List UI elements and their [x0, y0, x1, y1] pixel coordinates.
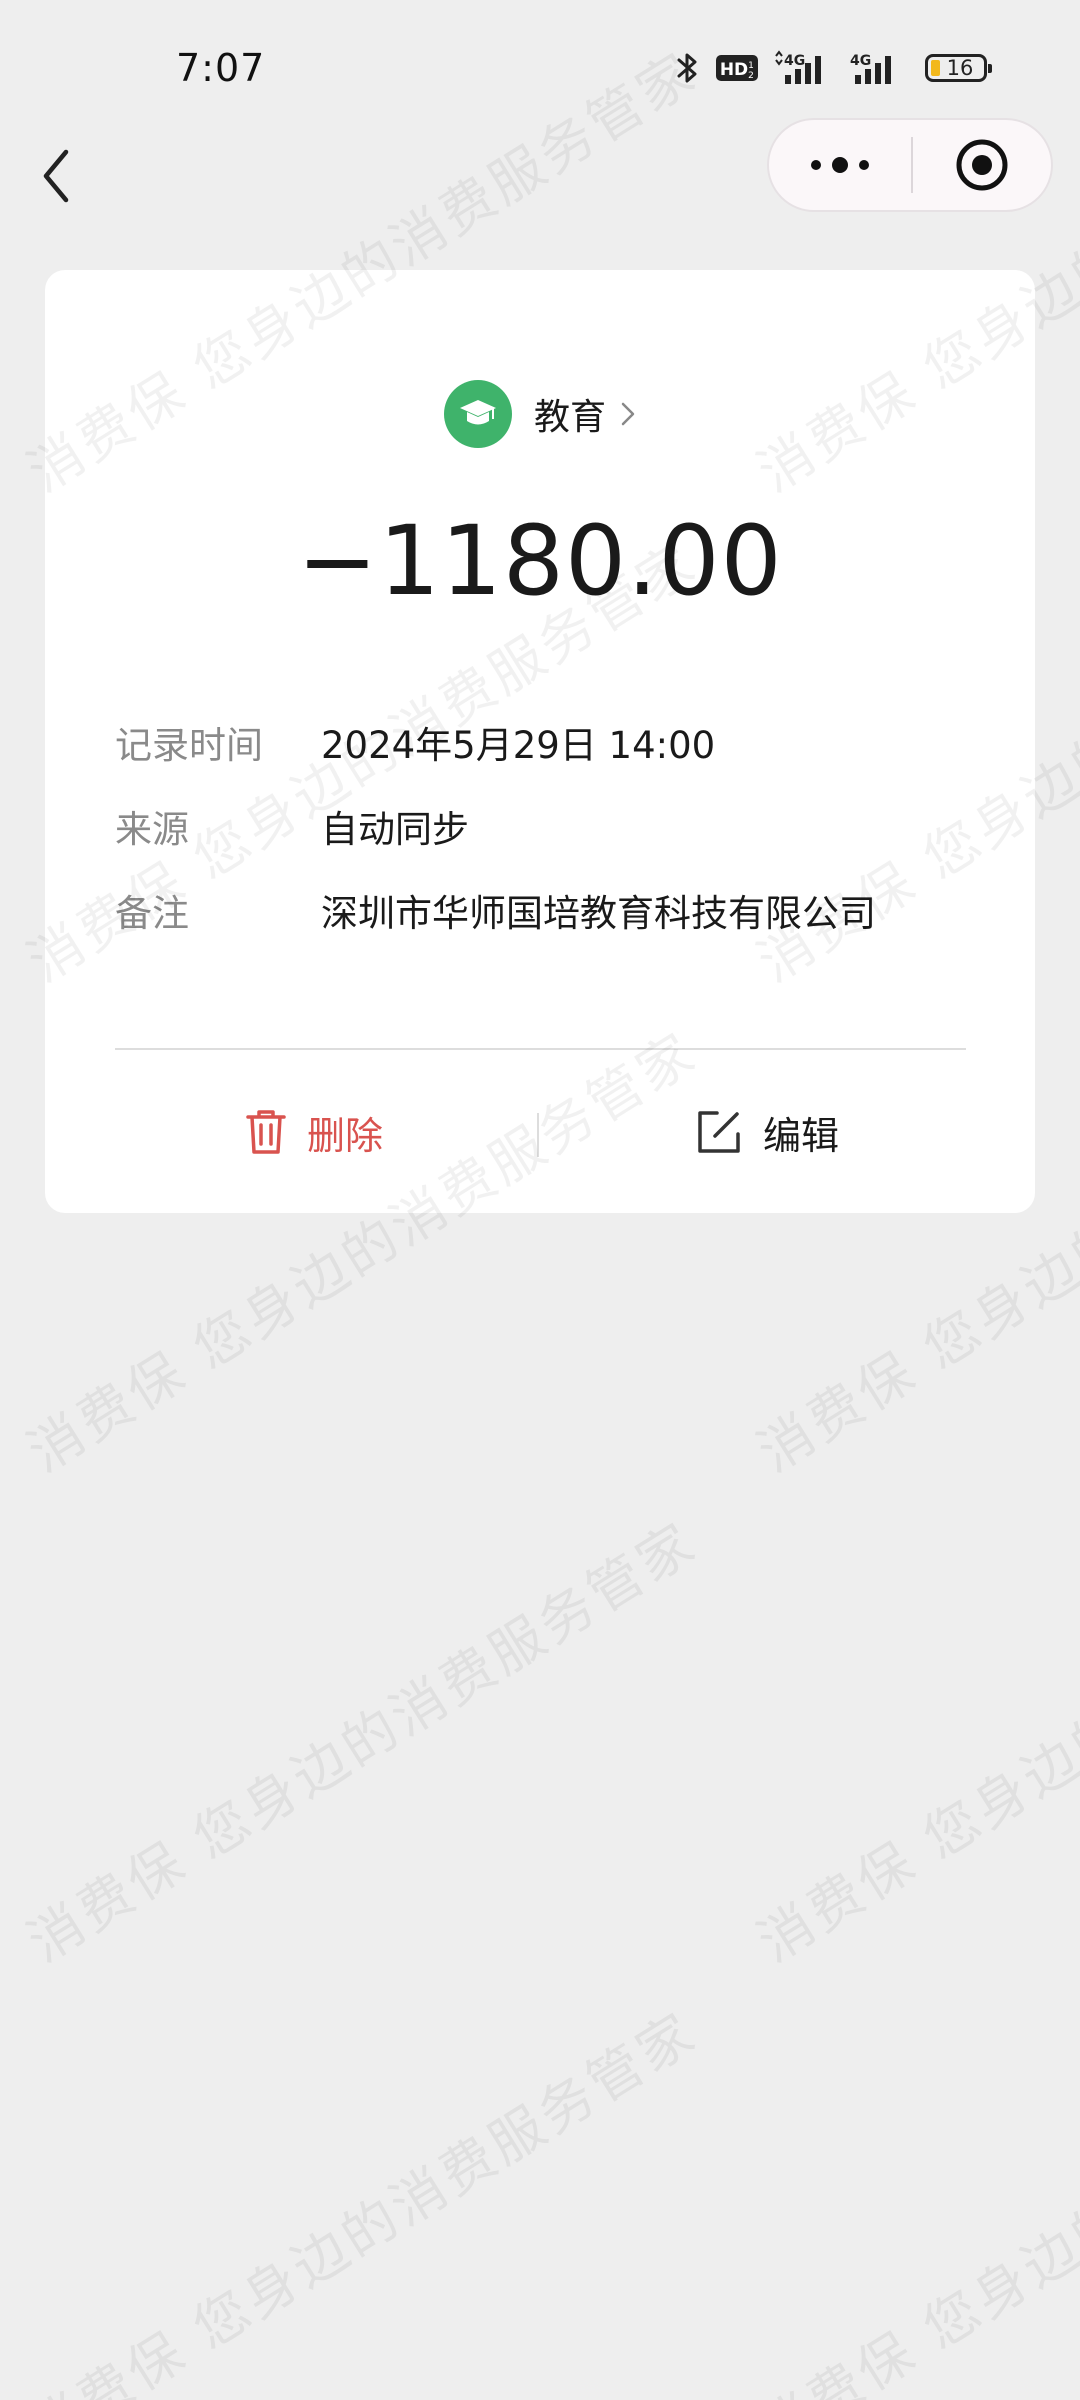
amount: −1180.00	[297, 505, 783, 617]
status-time: 7:07	[176, 46, 266, 90]
card-divider	[115, 1048, 966, 1050]
chevron-left-icon	[43, 149, 69, 203]
battery-icon: 16	[925, 54, 992, 82]
detail-row-time: 记录时间 2024年5月29日 14:00	[115, 700, 975, 784]
watermark-text: 消费保 您身边的消费服务管家	[746, 2000, 1080, 2400]
hd-icon: HD 1 2	[715, 53, 759, 83]
record-card: 教育 −1180.00 记录时间 2024年5月29日 14:00 来源 自动同…	[45, 270, 1035, 1213]
edit-icon	[698, 1111, 740, 1153]
category-name: 教育	[533, 397, 606, 438]
battery-percent: 16	[946, 56, 974, 80]
edit-button[interactable]: 编辑	[695, 1051, 839, 1213]
graduation-cap-icon	[443, 380, 512, 448]
svg-text:1: 1	[748, 61, 754, 71]
signal-4g-icon: 4G	[773, 50, 835, 86]
detail-label: 备注	[115, 892, 189, 935]
bluetooth-icon	[675, 50, 701, 86]
target-close-icon	[956, 139, 1008, 191]
detail-row-source: 来源 自动同步	[115, 784, 975, 868]
edit-label: 编辑	[763, 1113, 840, 1158]
close-button[interactable]	[913, 120, 1051, 210]
trash-icon	[246, 1110, 286, 1154]
detail-value: 自动同步	[321, 808, 469, 851]
watermark-text: 消费保 您身边的消费服务管家	[16, 1510, 708, 1975]
signal-4g-icon: 4G	[849, 50, 905, 86]
action-divider	[537, 1113, 539, 1157]
delete-label: 删除	[307, 1113, 384, 1158]
more-button[interactable]	[769, 120, 911, 210]
watermark-text: 消费保 您身边的消费服务管家	[16, 2000, 708, 2400]
svg-text:4G: 4G	[784, 53, 805, 69]
detail-label: 来源	[115, 808, 189, 851]
transaction-detail-page: 7:07 HD 1 2 4G 4G 16 教育 −1180.00 记录时间 20…	[0, 0, 1080, 2400]
more-dots-icon	[811, 157, 869, 173]
category-row[interactable]: 教育	[45, 378, 1035, 450]
detail-value: 深圳市华师国培教育科技有限公司	[321, 892, 876, 935]
detail-row-note: 备注 深圳市华师国培教育科技有限公司	[115, 868, 975, 952]
svg-text:2: 2	[748, 71, 754, 81]
mini-program-capsule	[767, 118, 1053, 212]
battery-level	[931, 60, 940, 76]
svg-text:4G: 4G	[850, 53, 871, 69]
detail-label: 记录时间	[115, 724, 263, 767]
back-button[interactable]	[36, 146, 76, 206]
status-bar: 7:07 HD 1 2 4G 4G 16	[0, 0, 1080, 130]
watermark-text: 消费保 您身边的消费服务管家	[746, 1510, 1080, 1975]
svg-text:HD: HD	[720, 60, 748, 80]
chevron-right-icon	[620, 400, 636, 428]
detail-list: 记录时间 2024年5月29日 14:00 来源 自动同步 备注 深圳市华师国培…	[115, 700, 975, 952]
detail-value: 2024年5月29日 14:00	[321, 724, 716, 767]
delete-button[interactable]: 删除	[245, 1051, 383, 1213]
status-icons: HD 1 2 4G 4G 16	[675, 46, 992, 90]
action-bar: 删除 编辑	[45, 1051, 1035, 1213]
